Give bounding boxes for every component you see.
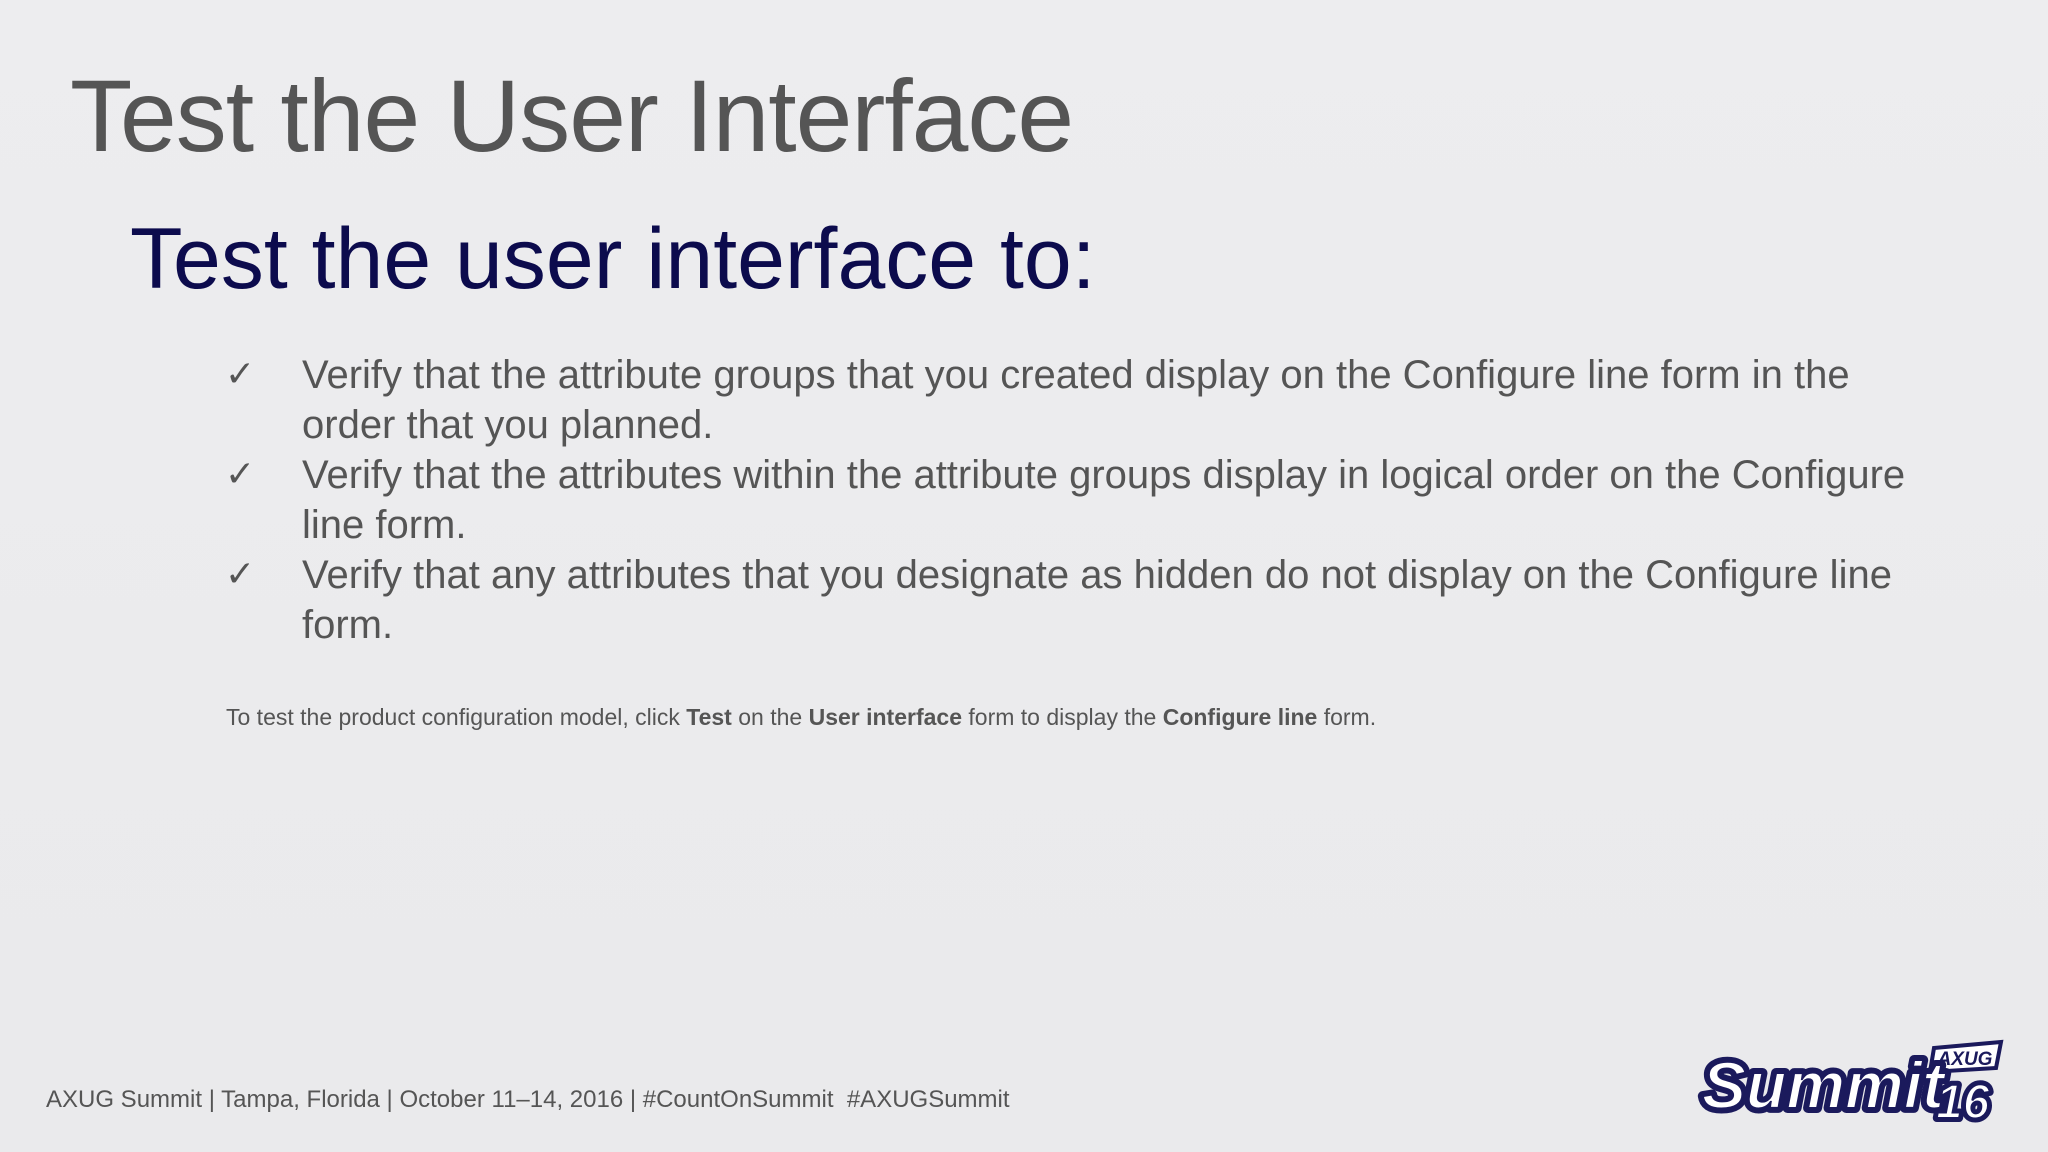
note-text: To test the product configuration model,… (226, 704, 687, 730)
bullet-text: Verify that the attributes within the at… (302, 453, 1906, 547)
checkmark-icon: ✓ (225, 554, 256, 595)
logo-year: 16 (1936, 1076, 1990, 1129)
slide-footer: AXUG Summit | Tampa, Florida | October 1… (46, 1086, 1010, 1113)
slide-subtitle: Test the user interface to: (130, 211, 1096, 307)
list-item: ✓ Verify that any attributes that you de… (225, 550, 1945, 650)
list-item: ✓ Verify that the attributes within the … (225, 450, 1945, 550)
summit-logo: AXUG Summit Summit 16 16 (1697, 1039, 2004, 1130)
bullet-list: ✓ Verify that the attribute groups that … (225, 350, 1945, 650)
bullet-text: Verify that the attribute groups that yo… (302, 353, 1850, 447)
bullet-text: Verify that any attributes that you desi… (302, 553, 1892, 647)
note-text: form. (1317, 704, 1377, 730)
instruction-note: To test the product configuration model,… (226, 704, 1376, 731)
list-item: ✓ Verify that the attribute groups that … (225, 350, 1945, 450)
note-bold-configure-line: Configure line (1162, 704, 1318, 730)
note-text: on the (731, 704, 809, 730)
checkmark-icon: ✓ (225, 354, 256, 395)
note-text: form to display the (962, 704, 1163, 730)
note-bold-user-interface: User interface (808, 704, 962, 730)
slide: Test the User Interface Test the user in… (0, 0, 2048, 1152)
checkmark-icon: ✓ (225, 454, 256, 495)
logo-badge-text: AXUG (1937, 1049, 1993, 1070)
note-bold-test: Test (686, 704, 732, 730)
slide-title: Test the User Interface (70, 59, 1074, 173)
logo-word: Summit (1702, 1048, 1947, 1122)
